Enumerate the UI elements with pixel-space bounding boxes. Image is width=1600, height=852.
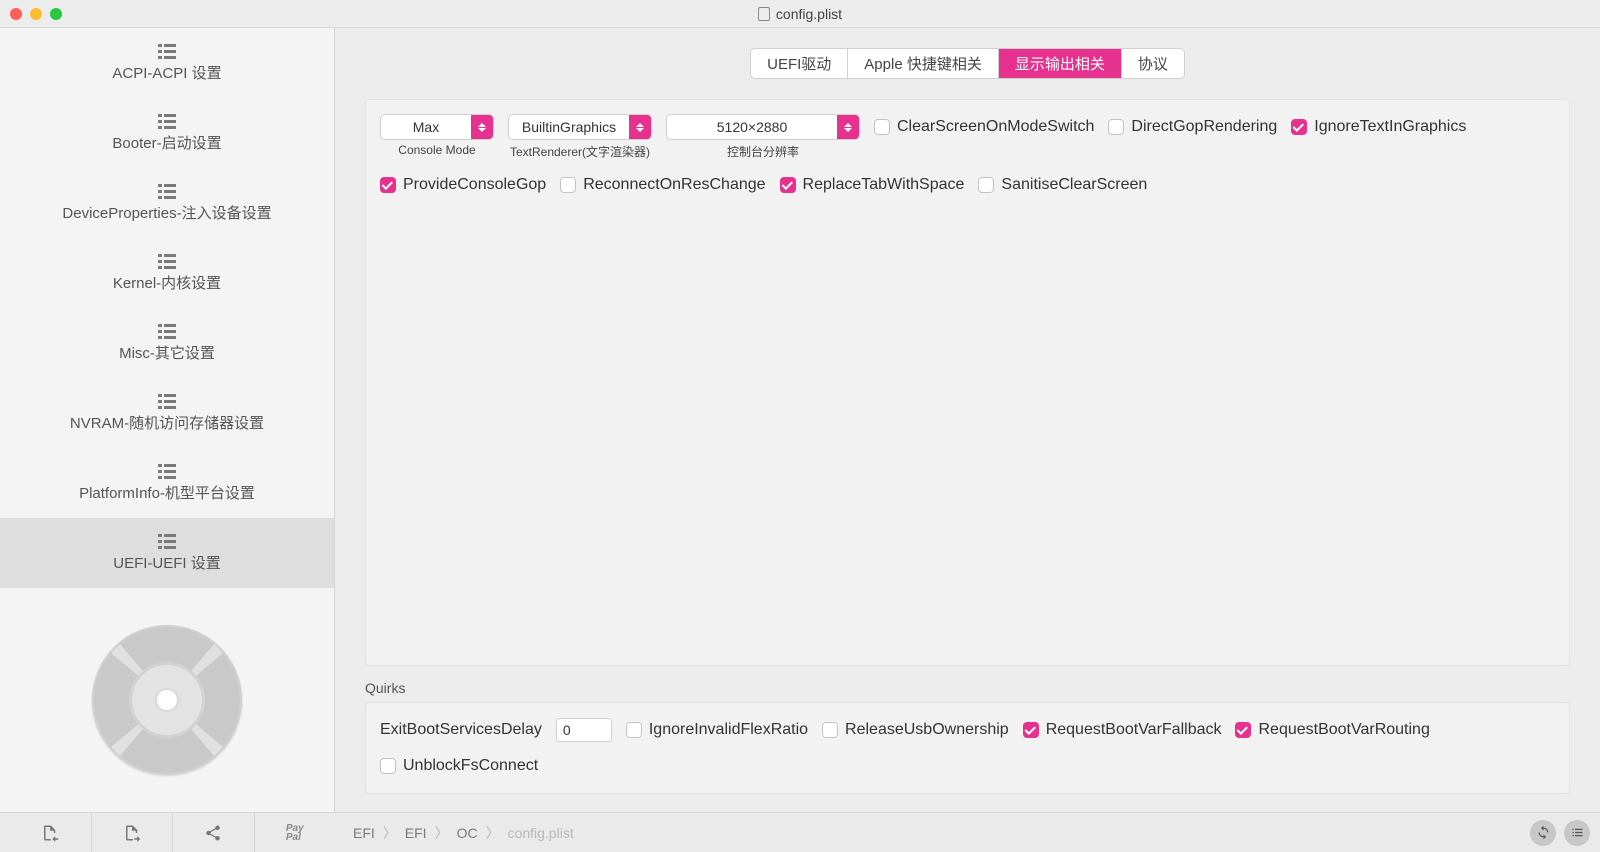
tab-output[interactable]: 显示输出相关 bbox=[998, 49, 1121, 78]
sidebar-item-label: Misc-其它设置 bbox=[119, 342, 215, 363]
tab-protocols[interactable]: 协议 bbox=[1121, 49, 1184, 78]
title-bar: config.plist bbox=[0, 0, 1600, 28]
share-icon bbox=[204, 824, 222, 842]
sidebar-item-nvram[interactable]: NVRAM-随机访问存储器设置 bbox=[0, 378, 334, 448]
sidebar: ACPI-ACPI 设置 Booter-启动设置 DevicePropertie… bbox=[0, 28, 335, 812]
tab-apple-hotkeys[interactable]: Apple 快捷键相关 bbox=[847, 49, 998, 78]
text-renderer-value: BuiltinGraphics bbox=[509, 115, 629, 139]
footer-bar: Pay Pal EFI 〉 EFI 〉 OC 〉 config.plist bbox=[0, 812, 1600, 852]
sidebar-item-label: DeviceProperties-注入设备设置 bbox=[62, 202, 271, 223]
resolution-label: 控制台分辨率 bbox=[727, 143, 799, 160]
text-renderer-select[interactable]: BuiltinGraphics bbox=[508, 114, 652, 140]
list-icon bbox=[158, 534, 176, 548]
output-panel: Max Console Mode BuiltinGraphics TextRen… bbox=[365, 99, 1570, 666]
chevron-right-icon: 〉 bbox=[435, 823, 449, 843]
share-button[interactable] bbox=[173, 813, 255, 852]
chevron-right-icon: 〉 bbox=[383, 823, 397, 843]
checkbox-replacetabwithspace[interactable]: ReplaceTabWithSpace bbox=[780, 172, 965, 198]
checkbox-icon bbox=[380, 177, 396, 193]
quirks-panel: ExitBootServicesDelay IgnoreInvalidFlexR… bbox=[365, 702, 1570, 794]
chevron-right-icon: 〉 bbox=[486, 823, 500, 843]
checkbox-icon bbox=[626, 722, 642, 738]
sidebar-item-misc[interactable]: Misc-其它设置 bbox=[0, 308, 334, 378]
checkbox-icon bbox=[780, 177, 796, 193]
breadcrumb-item[interactable]: EFI bbox=[405, 825, 427, 841]
checkbox-ignoretextingraphics[interactable]: IgnoreTextInGraphics bbox=[1291, 114, 1466, 140]
sidebar-item-booter[interactable]: Booter-启动设置 bbox=[0, 98, 334, 168]
list-icon bbox=[158, 324, 176, 338]
sidebar-item-label: UEFI-UEFI 设置 bbox=[113, 552, 221, 573]
checkbox-releaseusbownership[interactable]: ReleaseUsbOwnership bbox=[822, 717, 1009, 743]
console-mode-select[interactable]: Max bbox=[380, 114, 494, 140]
checkbox-provideconsolegop[interactable]: ProvideConsoleGop bbox=[380, 172, 546, 198]
checkbox-icon bbox=[1235, 722, 1251, 738]
console-mode-label: Console Mode bbox=[398, 143, 475, 157]
paypal-icon: Pay Pal bbox=[286, 824, 304, 842]
sidebar-item-label: PlatformInfo-机型平台设置 bbox=[79, 482, 255, 503]
console-mode-value: Max bbox=[381, 115, 471, 139]
tab-uefi-drivers[interactable]: UEFI驱动 bbox=[751, 49, 847, 78]
sidebar-item-device-properties[interactable]: DeviceProperties-注入设备设置 bbox=[0, 168, 334, 238]
chevron-updown-icon bbox=[629, 115, 651, 139]
quirks-section-label: Quirks bbox=[365, 680, 1570, 696]
sidebar-item-platforminfo[interactable]: PlatformInfo-机型平台设置 bbox=[0, 448, 334, 518]
jog-wheel[interactable] bbox=[92, 625, 242, 775]
breadcrumb-item-current: config.plist bbox=[508, 825, 574, 841]
file-export-icon bbox=[123, 824, 141, 842]
sidebar-item-uefi[interactable]: UEFI-UEFI 设置 bbox=[0, 518, 334, 588]
chevron-updown-icon bbox=[837, 115, 859, 139]
checkbox-reconnectonreschange[interactable]: ReconnectOnResChange bbox=[560, 172, 765, 198]
checkbox-icon bbox=[874, 119, 890, 135]
file-import-icon bbox=[41, 824, 59, 842]
sidebar-item-acpi[interactable]: ACPI-ACPI 设置 bbox=[0, 28, 334, 98]
window-title-text: config.plist bbox=[776, 6, 842, 22]
checkbox-icon bbox=[560, 177, 576, 193]
checkbox-directgoprendering[interactable]: DirectGopRendering bbox=[1108, 114, 1277, 140]
sync-button[interactable] bbox=[1530, 820, 1556, 846]
document-icon bbox=[758, 7, 770, 21]
resolution-value: 5120×2880 bbox=[667, 115, 837, 139]
checkbox-icon bbox=[1291, 119, 1307, 135]
sidebar-item-label: Booter-启动设置 bbox=[112, 132, 221, 153]
chevron-updown-icon bbox=[471, 115, 493, 139]
breadcrumb: EFI 〉 EFI 〉 OC 〉 config.plist bbox=[353, 823, 574, 843]
checkbox-unblockfsconnect[interactable]: UnblockFsConnect bbox=[380, 753, 538, 779]
main-content: UEFI驱动 Apple 快捷键相关 显示输出相关 协议 Max Console… bbox=[335, 28, 1600, 812]
checkbox-icon bbox=[822, 722, 838, 738]
tab-bar: UEFI驱动 Apple 快捷键相关 显示输出相关 协议 bbox=[335, 48, 1600, 79]
list-icon bbox=[1570, 825, 1585, 840]
import-button[interactable] bbox=[10, 813, 92, 852]
checkbox-sanitiseclearscreen[interactable]: SanitiseClearScreen bbox=[978, 172, 1147, 198]
exitbootservicesdelay-input[interactable] bbox=[556, 718, 612, 742]
checkbox-icon bbox=[978, 177, 994, 193]
breadcrumb-item[interactable]: OC bbox=[457, 825, 478, 841]
sidebar-item-label: Kernel-内核设置 bbox=[113, 272, 221, 293]
list-icon bbox=[158, 254, 176, 268]
list-icon bbox=[158, 394, 176, 408]
checkbox-icon bbox=[380, 758, 396, 774]
checkbox-requestbootvarfallback[interactable]: RequestBootVarFallback bbox=[1023, 717, 1222, 743]
sidebar-item-label: NVRAM-随机访问存储器设置 bbox=[70, 412, 264, 433]
list-icon bbox=[158, 464, 176, 478]
sidebar-item-kernel[interactable]: Kernel-内核设置 bbox=[0, 238, 334, 308]
resolution-select[interactable]: 5120×2880 bbox=[666, 114, 860, 140]
window-title: config.plist bbox=[0, 6, 1600, 22]
paypal-button[interactable]: Pay Pal bbox=[255, 813, 336, 852]
breadcrumb-item[interactable]: EFI bbox=[353, 825, 375, 841]
checkbox-ignoreinvalidflexratio[interactable]: IgnoreInvalidFlexRatio bbox=[626, 717, 808, 743]
sync-icon bbox=[1536, 825, 1551, 840]
sidebar-item-label: ACPI-ACPI 设置 bbox=[112, 62, 221, 83]
exitbootservicesdelay-label: ExitBootServicesDelay bbox=[380, 721, 542, 739]
list-view-button[interactable] bbox=[1564, 820, 1590, 846]
checkbox-icon bbox=[1023, 722, 1039, 738]
export-button[interactable] bbox=[92, 813, 174, 852]
list-icon bbox=[158, 44, 176, 58]
list-icon bbox=[158, 114, 176, 128]
checkbox-icon bbox=[1108, 119, 1124, 135]
list-icon bbox=[158, 184, 176, 198]
checkbox-clearscreenonmodeswitch[interactable]: ClearScreenOnModeSwitch bbox=[874, 114, 1094, 140]
checkbox-requestbootvarrouting[interactable]: RequestBootVarRouting bbox=[1235, 717, 1429, 743]
text-renderer-label: TextRenderer(文字渲染器) bbox=[510, 143, 650, 160]
jog-wheel-area bbox=[0, 588, 334, 812]
